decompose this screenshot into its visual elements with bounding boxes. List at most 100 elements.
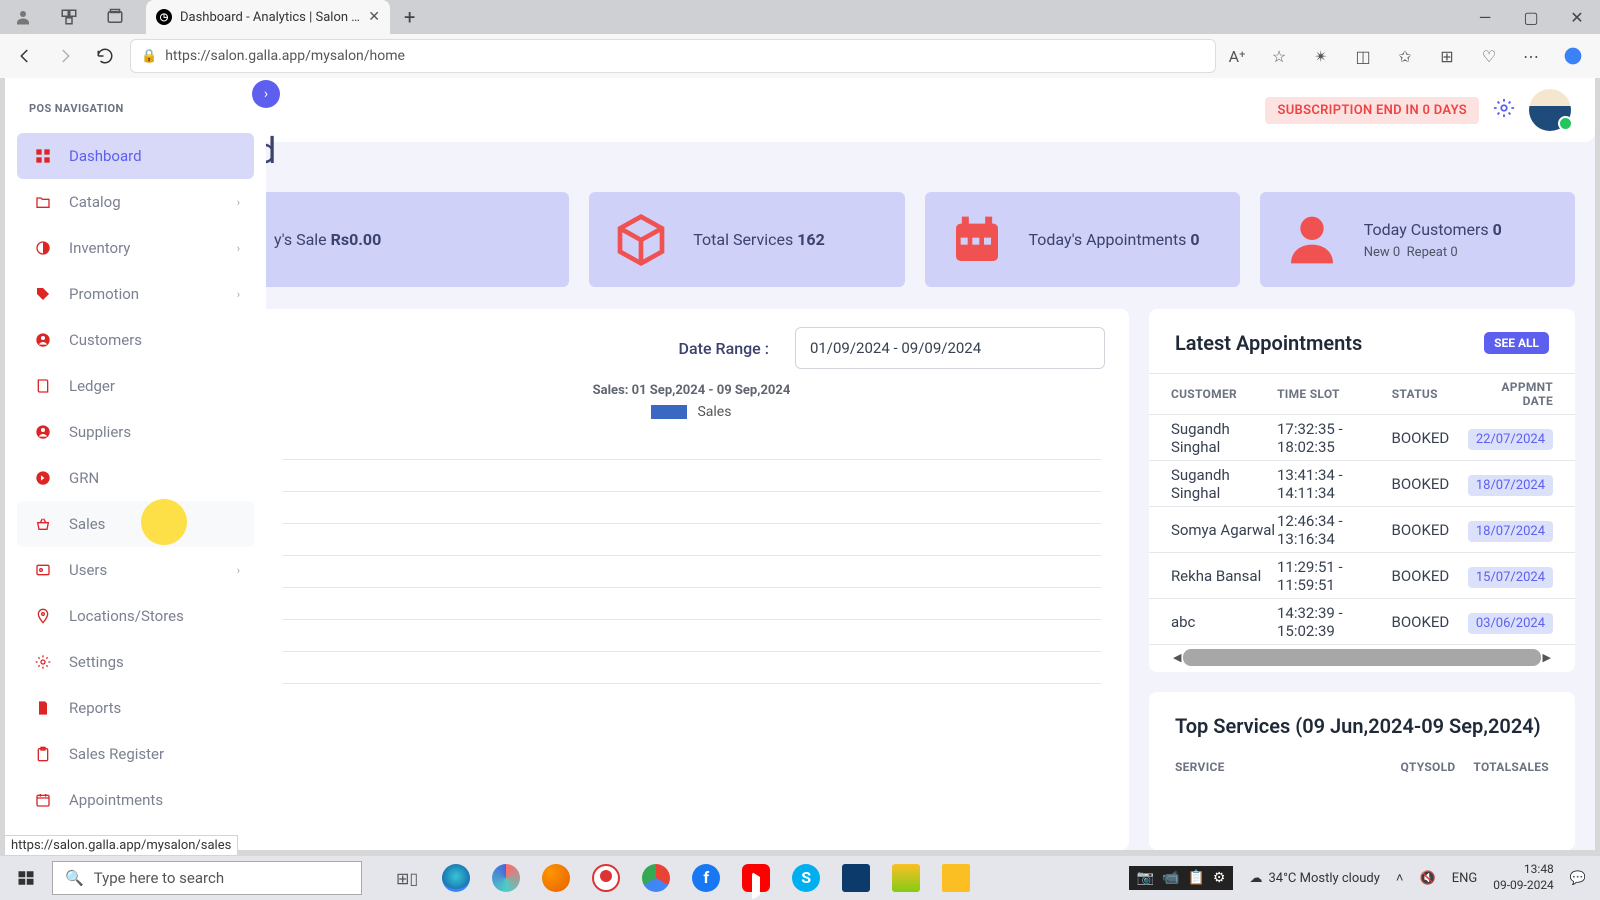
table-row[interactable]: Sugandh Singhal 13:41:34 - 14:11:34 BOOK… bbox=[1149, 461, 1575, 507]
favorites-icon[interactable]: ✩ bbox=[1394, 45, 1416, 67]
date-range-input[interactable]: 01/09/2024 - 09/09/2024 bbox=[795, 327, 1105, 369]
url-input[interactable]: 🔒 https://salon.galla.app/mysalon/home bbox=[130, 39, 1216, 73]
sidebar-item-promotion[interactable]: Promotion › bbox=[17, 271, 254, 317]
store-icon[interactable] bbox=[842, 864, 870, 892]
cust-new: New 0 bbox=[1364, 245, 1400, 260]
sidebar-item-locations[interactable]: Locations/Stores bbox=[17, 593, 254, 639]
task-view-icon[interactable]: ⊞▯ bbox=[396, 869, 418, 888]
scroll-left-icon[interactable]: ◀ bbox=[1171, 651, 1183, 664]
browser-addressbar: 🔒 https://salon.galla.app/mysalon/home A… bbox=[0, 34, 1600, 78]
explorer-icon[interactable] bbox=[942, 864, 970, 892]
cust-repeat: Repeat 0 bbox=[1407, 245, 1458, 260]
copilot-icon[interactable] bbox=[1562, 45, 1584, 67]
refresh-button[interactable] bbox=[90, 41, 120, 71]
browser-tab-active[interactable]: ◷ Dashboard - Analytics | Salon & S ✕ bbox=[146, 0, 390, 34]
more-icon[interactable]: ⋯ bbox=[1520, 45, 1542, 67]
sidebar-item-settings[interactable]: Settings bbox=[17, 639, 254, 685]
sidebar-item-dashboard[interactable]: Dashboard bbox=[17, 133, 254, 179]
workspaces-icon[interactable] bbox=[46, 8, 92, 26]
card-value: 162 bbox=[797, 230, 825, 249]
sidebar-item-users[interactable]: Users › bbox=[17, 547, 254, 593]
page-icon: 📋 bbox=[1187, 870, 1204, 886]
youtube-icon[interactable] bbox=[742, 864, 770, 892]
scrollbar-thumb[interactable] bbox=[1183, 649, 1540, 666]
minimize-button[interactable]: — bbox=[1462, 0, 1508, 34]
table-row[interactable]: Sugandh Singhal 17:32:35 - 18:02:35 BOOK… bbox=[1149, 415, 1575, 461]
sidebar-item-ledger[interactable]: Ledger bbox=[17, 363, 254, 409]
panel-title: Top Services (09 Jun,2024-09 Sep,2024) bbox=[1175, 714, 1541, 738]
chevron-right-icon: › bbox=[237, 196, 240, 209]
app-icon[interactable] bbox=[892, 864, 920, 892]
sidebar: › POS NAVIGATION Dashboard Catalog › Inv… bbox=[5, 78, 266, 850]
maximize-button[interactable]: ▢ bbox=[1508, 0, 1554, 34]
card-today-customers: Today Customers 0 New 0 Repeat 0 bbox=[1260, 192, 1575, 287]
avatar[interactable] bbox=[1529, 89, 1571, 131]
see-all-button[interactable]: SEE ALL bbox=[1484, 332, 1549, 354]
tab-close-icon[interactable]: ✕ bbox=[368, 9, 380, 25]
close-window-button[interactable]: ✕ bbox=[1554, 0, 1600, 34]
sidebar-item-reports[interactable]: Reports bbox=[17, 685, 254, 731]
favicon-icon: ◷ bbox=[156, 9, 172, 25]
nav-label: Reports bbox=[69, 699, 121, 717]
chrome-icon[interactable] bbox=[642, 864, 670, 892]
skype-icon[interactable]: S bbox=[792, 864, 820, 892]
firefox-icon[interactable] bbox=[542, 864, 570, 892]
sidebar-item-sales[interactable]: Sales bbox=[17, 501, 254, 547]
top-services-panel: Top Services (09 Jun,2024-09 Sep,2024) S… bbox=[1149, 692, 1575, 850]
sidebar-item-sales-register[interactable]: Sales Register bbox=[17, 731, 254, 777]
nav-label: Customers bbox=[69, 331, 142, 349]
readaloud-icon[interactable]: A⁺ bbox=[1226, 45, 1248, 67]
tag-icon bbox=[31, 286, 55, 302]
grid-icon bbox=[31, 148, 55, 164]
forward-icon bbox=[31, 470, 55, 486]
chart-title: Sales: 01 Sep,2024 - 09 Sep,2024 bbox=[266, 383, 1129, 398]
pin-icon bbox=[31, 608, 55, 624]
settings-icon[interactable] bbox=[1493, 97, 1515, 124]
col-qtysold: QTYSOLD bbox=[1362, 760, 1456, 774]
extensions-icon[interactable]: ✴ bbox=[1310, 45, 1332, 67]
sidebar-item-inventory[interactable]: Inventory › bbox=[17, 225, 254, 271]
taskbar-search[interactable]: 🔍 Type here to search bbox=[52, 861, 362, 895]
table-row[interactable]: Somya Agarwal 12:46:34 - 13:16:34 BOOKED… bbox=[1149, 507, 1575, 553]
sidebar-item-appointments[interactable]: Appointments bbox=[17, 777, 254, 823]
sidebar-toggle-button[interactable]: › bbox=[252, 80, 280, 108]
record-icon[interactable] bbox=[592, 864, 620, 892]
table-row[interactable]: Rekha Bansal 11:29:51 - 11:59:51 BOOKED … bbox=[1149, 553, 1575, 599]
weather-widget[interactable]: ☁ 34°C Mostly cloudy bbox=[1249, 871, 1379, 886]
forward-button bbox=[50, 41, 80, 71]
nav-label: Appointments bbox=[69, 791, 163, 809]
folder-icon bbox=[31, 194, 55, 210]
collections-icon[interactable]: ⊞ bbox=[1436, 45, 1458, 67]
favorite-icon[interactable]: ☆ bbox=[1268, 45, 1290, 67]
horizontal-scrollbar[interactable]: ◀ ▶ bbox=[1165, 649, 1559, 666]
system-tray-group[interactable]: 📷📹📋⚙ bbox=[1129, 866, 1234, 890]
table-row[interactable]: abc 14:32:39 - 15:02:39 BOOKED 03/06/202… bbox=[1149, 599, 1575, 645]
start-button[interactable] bbox=[0, 869, 52, 887]
scroll-right-icon[interactable]: ▶ bbox=[1541, 651, 1553, 664]
copilot-icon[interactable] bbox=[492, 864, 520, 892]
sidebar-item-customers[interactable]: Customers bbox=[17, 317, 254, 363]
clock[interactable]: 13:48 09-09-2024 bbox=[1493, 862, 1554, 893]
sidebar-item-suppliers[interactable]: Suppliers bbox=[17, 409, 254, 455]
tray-chevron-icon[interactable]: ˄ bbox=[1396, 870, 1404, 886]
search-icon: 🔍 bbox=[65, 869, 84, 887]
edge-icon[interactable] bbox=[442, 864, 470, 892]
shopping-icon[interactable]: ♡ bbox=[1478, 45, 1500, 67]
gear-icon: ⚙ bbox=[1213, 870, 1226, 886]
language-indicator[interactable]: ENG bbox=[1452, 871, 1478, 886]
card-label: Today Customers bbox=[1364, 220, 1489, 239]
back-button[interactable] bbox=[10, 41, 40, 71]
sidebar-item-grn[interactable]: GRN bbox=[17, 455, 254, 501]
splitscreen-icon[interactable]: ◫ bbox=[1352, 45, 1374, 67]
date-range-label: Date Range : bbox=[679, 339, 769, 358]
col-totalsales: TOTALSALES bbox=[1455, 760, 1549, 774]
tabactions-icon[interactable] bbox=[92, 8, 138, 26]
facebook-icon[interactable]: f bbox=[692, 864, 720, 892]
contrast-icon bbox=[31, 240, 55, 256]
calendar-icon bbox=[31, 792, 55, 808]
new-tab-button[interactable]: + bbox=[390, 5, 429, 29]
profile-icon[interactable] bbox=[0, 8, 46, 26]
notifications-icon[interactable]: 💬 bbox=[1570, 871, 1586, 886]
sidebar-item-catalog[interactable]: Catalog › bbox=[17, 179, 254, 225]
volume-muted-icon[interactable]: 🔇 bbox=[1420, 871, 1436, 886]
